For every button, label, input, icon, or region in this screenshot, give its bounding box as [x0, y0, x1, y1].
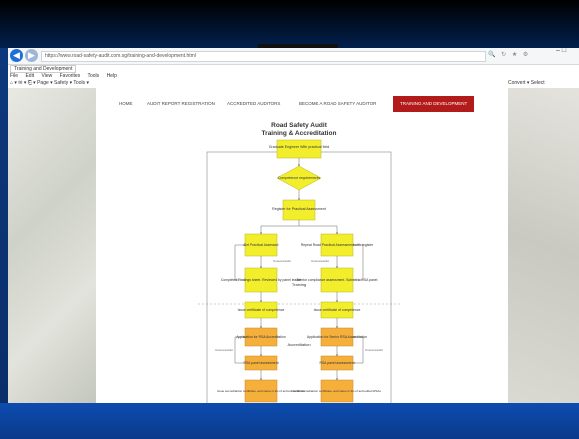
node-left-3-text: Issue certificate of competence [238, 308, 285, 312]
background-map-right [508, 88, 579, 403]
node-left-5-text: RSA panel assessment [243, 361, 278, 365]
edge-label-unsuccessful-3: Unsuccessful [215, 348, 233, 352]
back-button[interactable]: ◀ [10, 49, 23, 62]
background-map-left [8, 88, 96, 403]
node-left-1-text: Get Practical Assessed [244, 243, 279, 247]
menu-bar: File Edit View Favorites Tools Help [10, 73, 123, 79]
forward-button[interactable]: ▶ [25, 49, 38, 62]
node-right-2-text: Mentor compliance assessment. Submit to … [297, 278, 378, 282]
address-icons[interactable]: 🔍 ↻ ★ ⚙ [488, 51, 530, 58]
flowchart-diagram: Graduate Engineer With practical field C… [198, 139, 400, 403]
edge-label-unsuccessful-1: Unsuccessful [273, 259, 291, 263]
menu-favorites[interactable]: Favorites [60, 73, 81, 79]
window-controls[interactable]: – □ [556, 48, 566, 54]
tab-training-and-development[interactable]: Training and Development [10, 65, 77, 73]
menu-tools[interactable]: Tools [87, 73, 99, 79]
nav-become-road-safety-auditor[interactable]: BECOME A ROAD SAFETY AUDITOR [299, 96, 376, 112]
section-label-training: Training [292, 282, 306, 287]
command-bar-right[interactable]: Convert ▾ Select [508, 80, 545, 86]
menu-file[interactable]: File [10, 73, 18, 79]
node-right-3-text: Issue certificate of competence [314, 308, 361, 312]
nav-accredited-auditors[interactable]: ACCREDITED AUDITORS [227, 96, 280, 112]
edge-label-unsuccessful-4: Unsuccessful [365, 348, 383, 352]
tab-row: Training and Development [8, 65, 579, 73]
menu-help[interactable]: Help [107, 73, 117, 79]
node-start-text: Graduate Engineer With practical field [269, 145, 330, 149]
address-row: ◀ ▶ https://www.road-safety-audit.com.sg… [8, 48, 579, 65]
section-label-accreditation: Accreditation [287, 342, 310, 347]
nav-audit-report-registration[interactable]: AUDIT REPORT REGISTRATION [147, 96, 215, 112]
node-decision-text: Competence requirements [278, 176, 321, 180]
nav-home[interactable]: HOME [119, 96, 133, 112]
browser-window: ◀ ▶ https://www.road-safety-audit.com.sg… [8, 48, 579, 403]
nav-training-and-development[interactable]: TRAINING AND DEVELOPMENT [393, 96, 475, 112]
page-content: Road Safety Audit Training & Accreditati… [103, 114, 495, 403]
menu-edit[interactable]: Edit [25, 73, 34, 79]
edge-label-unsuccessful-2: Unsuccessful [311, 259, 329, 263]
menu-view[interactable]: View [41, 73, 52, 79]
slide-bottom-bar [0, 403, 579, 439]
node-right-6-text: Issue accreditation certificate, and nam… [293, 389, 381, 393]
node-start [276, 139, 322, 159]
node-apply-text: Register for Practical Assessment [272, 207, 326, 211]
node-left-2-text: Completed Findings sheet. Reviewed by pa… [221, 278, 302, 282]
address-bar[interactable]: https://www.road-safety-audit.com.sg/tra… [41, 51, 486, 62]
node-right-5-text: RSA panel assessment [319, 361, 354, 365]
slide-top-bar [0, 0, 579, 48]
site-nav: HOME AUDIT REPORT REGISTRATION ACCREDITE… [103, 96, 495, 112]
command-bar[interactable]: ⌂ ▾ ✉ ▾ ⎗ ▾ Page ▾ Safety ▾ Tools ▾ [10, 80, 570, 86]
